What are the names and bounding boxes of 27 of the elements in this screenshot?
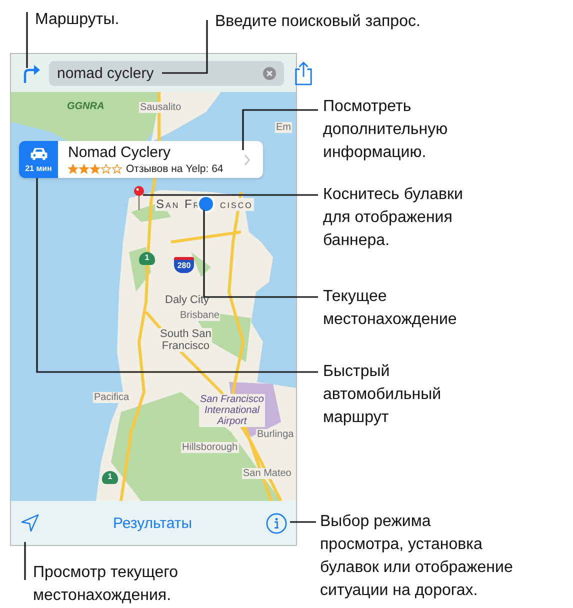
search-field[interactable]: nomad cyclery [49,60,284,86]
map-label: South San Francisco [159,328,212,352]
place-banner[interactable]: 21 мин Nomad Cyclery Отзывов на Yelp: 64 [19,141,263,178]
map-label: Daly City [164,294,210,306]
callout-text: Посмотреть дополнительную информацию. [323,97,448,163]
map-label: Pacifica [93,392,130,403]
place-title: Nomad Cyclery [68,144,172,161]
review-count: Отзывов на Yelp: 64 [126,163,224,175]
callout-text: Введите поисковый запрос. [215,12,420,32]
map-label: San Mateo [242,468,292,479]
map-label: Sausalito [139,102,182,113]
callout-text: Текущее местонахождение [323,287,457,330]
drive-route-button[interactable]: 21 мин [19,141,58,178]
results-button[interactable]: Результаты [39,512,266,534]
callout-text: Просмотр текущего местонахождения. [33,563,178,606]
map-label: Hillsborough [181,442,239,453]
map-label: San Francisco International Airport [199,394,265,427]
callout-text: Коснитесь булавки для отображения баннера. [323,185,463,251]
map-label: GGNRA [66,101,106,112]
callout-text: Быстрый автомобильный маршрут [323,362,442,428]
map-label: Brisbane [179,310,220,321]
map-label: cisco [219,198,254,212]
map-label: Em [275,122,292,133]
callout-text: Маршруты. [35,10,120,30]
highway-shield: 280 [174,257,194,273]
callout-text: Выбор режима просмотра, установка булавок или отображение ситуации на дорогах. [320,512,513,601]
map-label: Burlinga [256,429,295,440]
